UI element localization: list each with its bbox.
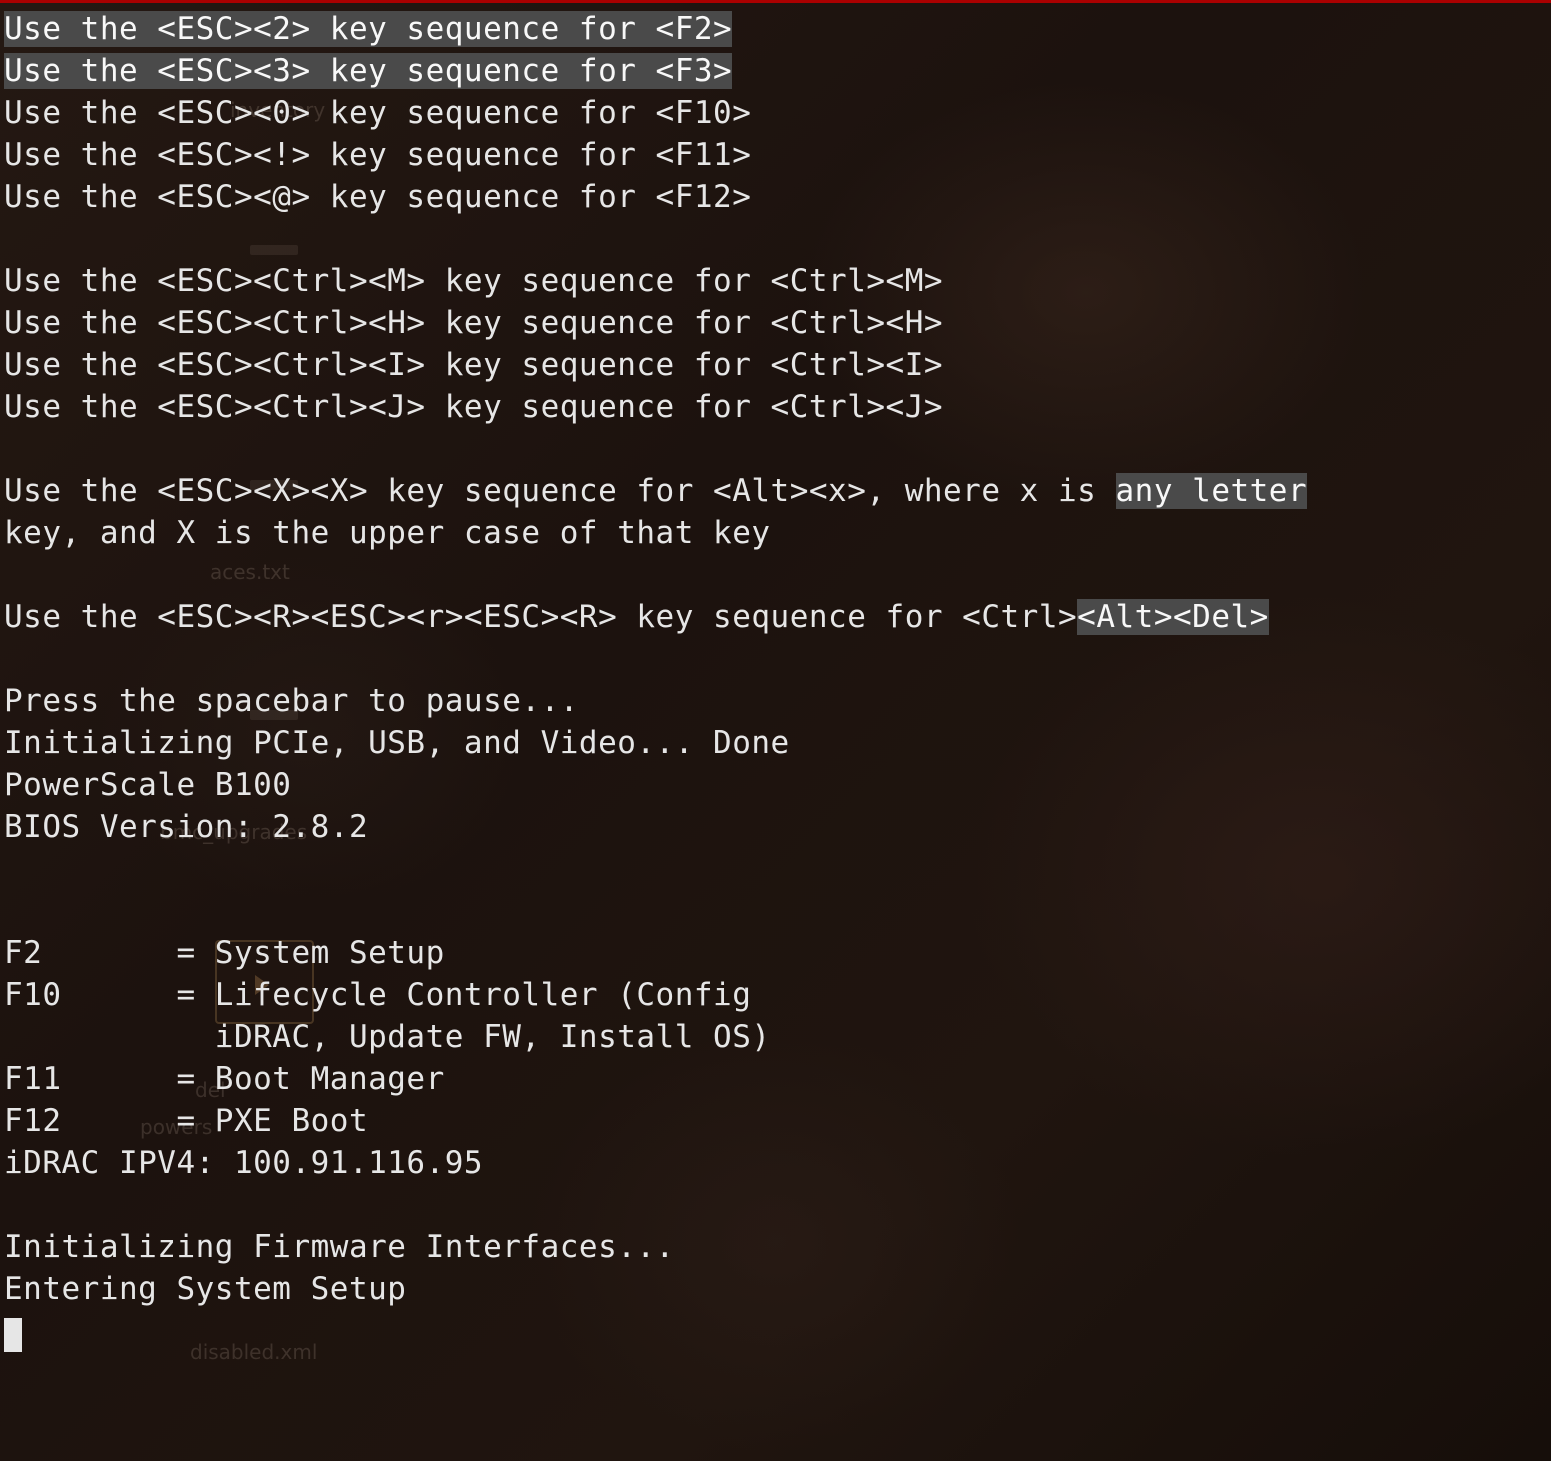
- boot-esc-ctrl-line: Use the <ESC><Ctrl><M> key sequence for …: [4, 260, 1547, 302]
- boot-bios-line: BIOS Version: 2.8.2: [4, 806, 1547, 848]
- cursor-line: [4, 1310, 1547, 1352]
- boot-model-line: PowerScale B100: [4, 764, 1547, 806]
- boot-menu-f12: F12 = PXE Boot: [4, 1100, 1547, 1142]
- boot-cad-b: <Alt><Del>: [1077, 599, 1269, 635]
- boot-altx-line1a: Use the <ESC><X><X> key sequence for <Al…: [4, 473, 1116, 509]
- blank-line: [4, 638, 1547, 680]
- boot-menu-idrac: iDRAC IPV4: 100.91.116.95: [4, 1142, 1547, 1184]
- blank-line: [4, 848, 1547, 890]
- boot-esc-fn-line-hl: Use the <ESC><2> key sequence for <F2>: [4, 11, 732, 47]
- boot-menu-f10a: F10 = Lifecycle Controller (Config: [4, 974, 1547, 1016]
- blank-line: [4, 218, 1547, 260]
- boot-esc-fn-line-hl: Use the <ESC><3> key sequence for <F3>: [4, 53, 732, 89]
- boot-altx-line2: key, and X is the upper case of that key: [4, 512, 1547, 554]
- boot-esc-fn-line: Use the <ESC><3> key sequence for <F3>: [4, 50, 1547, 92]
- terminal-overlay: Use the <ESC><2> key sequence for <F2> U…: [0, 0, 1551, 1461]
- boot-esc-fn-line: Use the <ESC><2> key sequence for <F2>: [4, 8, 1547, 50]
- boot-altx-line1: Use the <ESC><X><X> key sequence for <Al…: [4, 470, 1547, 512]
- boot-esc-fn-line: Use the <ESC><0> key sequence for <F10>: [4, 92, 1547, 134]
- boot-pause-line: Press the spacebar to pause...: [4, 680, 1547, 722]
- blank-line: [4, 554, 1547, 596]
- boot-menu-f10b: iDRAC, Update FW, Install OS): [4, 1016, 1547, 1058]
- blank-line: [4, 428, 1547, 470]
- boot-enter-line: Entering System Setup: [4, 1268, 1547, 1310]
- boot-esc-ctrl-line: Use the <ESC><Ctrl><J> key sequence for …: [4, 386, 1547, 428]
- boot-init-line: Initializing PCIe, USB, and Video... Don…: [4, 722, 1547, 764]
- terminal-cursor: [4, 1318, 22, 1352]
- blank-line: [4, 890, 1547, 932]
- boot-fw-line: Initializing Firmware Interfaces...: [4, 1226, 1547, 1268]
- boot-altx-line1b: any letter: [1116, 473, 1308, 509]
- boot-cad-line: Use the <ESC><R><ESC><r><ESC><R> key seq…: [4, 596, 1547, 638]
- blank-line: [4, 1184, 1547, 1226]
- window-top-border: [0, 0, 1551, 3]
- boot-menu-f2: F2 = System Setup: [4, 932, 1547, 974]
- boot-cad-a: Use the <ESC><R><ESC><r><ESC><R> key seq…: [4, 599, 1077, 635]
- boot-esc-fn-line: Use the <ESC><!> key sequence for <F11>: [4, 134, 1547, 176]
- boot-esc-ctrl-line: Use the <ESC><Ctrl><I> key sequence for …: [4, 344, 1547, 386]
- boot-esc-ctrl-line: Use the <ESC><Ctrl><H> key sequence for …: [4, 302, 1547, 344]
- boot-esc-fn-line: Use the <ESC><@> key sequence for <F12>: [4, 176, 1547, 218]
- boot-menu-f11: F11 = Boot Manager: [4, 1058, 1547, 1100]
